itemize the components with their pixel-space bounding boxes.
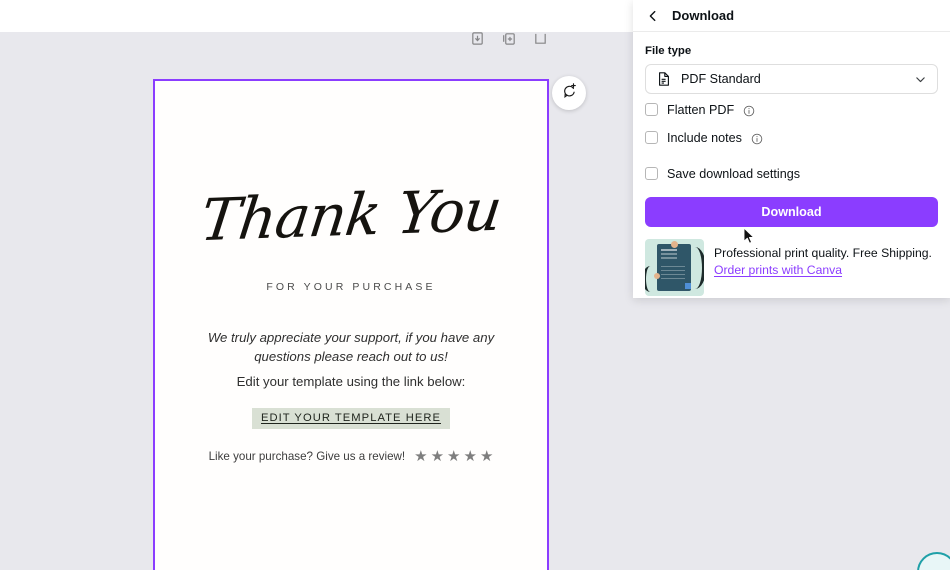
star-icon[interactable]: ★ [431,449,444,464]
editor-topbar [0,0,633,32]
star-rating[interactable]: ★ ★ ★ ★ ★ [414,449,493,464]
chevron-left-icon[interactable] [645,8,661,24]
flatten-pdf-checkbox[interactable] [645,103,658,116]
doc-heading[interactable]: Thank You [155,176,547,254]
save-download-settings-checkbox[interactable] [645,167,658,180]
canvas-page-tools [470,32,548,46]
edit-template-link[interactable]: EDIT YOUR TEMPLATE HERE [252,408,450,429]
include-notes-label: Include notes [667,130,742,145]
doc-link-container: EDIT YOUR TEMPLATE HERE [155,408,547,429]
add-comment-button[interactable] [552,76,586,110]
doc-review-row: Like your purchase? Give us a review! ★ … [155,449,547,464]
pdf-document-icon [656,71,672,87]
add-comment-icon [561,82,578,104]
download-panel: Download File type PDF Standard Flatten … [633,0,950,298]
save-settings-row[interactable]: Save download settings [645,161,938,186]
design-page[interactable]: Thank You FOR YOUR PURCHASE We truly app… [155,81,547,570]
star-icon[interactable]: ★ [447,449,460,464]
print-product-thumbnail [645,239,704,296]
thumbnail-dot [671,241,678,248]
app-root: Thank You FOR YOUR PURCHASE We truly app… [0,0,950,570]
star-icon[interactable]: ★ [464,449,477,464]
chevron-down-icon[interactable] [914,73,927,86]
include-notes-row[interactable]: Include notes [645,125,938,150]
doc-review-text: Like your purchase? Give us a review! [208,450,406,463]
include-notes-checkbox[interactable] [645,131,658,144]
star-icon[interactable]: ★ [480,449,493,464]
file-type-select[interactable]: PDF Standard [645,64,938,94]
print-promo: Professional print quality. Free Shippin… [645,239,938,296]
panel-body: File type PDF Standard Flatten PDF Inclu… [633,32,950,296]
thumbnail-swoosh [688,247,704,289]
download-button[interactable]: Download [645,197,938,227]
add-page-icon[interactable] [502,32,517,46]
design-page-selection[interactable]: Thank You FOR YOUR PURCHASE We truly app… [153,79,549,570]
editor-workspace: Thank You FOR YOUR PURCHASE We truly app… [0,32,633,570]
star-icon[interactable]: ★ [414,449,427,464]
order-prints-link[interactable]: Order prints with Canva [714,263,842,277]
promo-description: Professional print quality. Free Shippin… [714,246,932,260]
file-type-label: File type [645,45,692,57]
info-icon[interactable] [743,104,755,116]
flatten-pdf-row[interactable]: Flatten PDF [645,97,938,122]
doc-subheading[interactable]: FOR YOUR PURCHASE [155,281,547,293]
duplicate-page-icon[interactable] [470,32,485,46]
panel-header: Download [633,0,950,32]
doc-paragraph[interactable]: We truly appreciate your support, if you… [181,328,521,367]
flatten-pdf-label: Flatten PDF [667,102,735,117]
expand-page-icon[interactable] [533,32,548,46]
promo-text-block: Professional print quality. Free Shippin… [714,239,932,279]
file-type-value: PDF Standard [681,72,761,86]
doc-edit-instruction[interactable]: Edit your template using the link below: [175,374,527,389]
save-download-settings-label: Save download settings [667,166,801,181]
panel-title: Download [672,8,735,23]
info-icon[interactable] [751,132,763,144]
thumbnail-swoosh [645,266,656,292]
